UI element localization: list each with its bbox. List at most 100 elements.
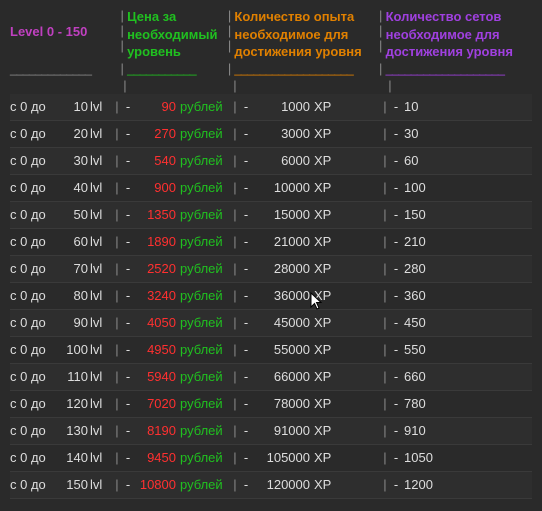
xp-label: XP: [310, 315, 340, 330]
table-row: с 0 до10lvl|-90рублей|-1000XP|-10: [10, 94, 532, 121]
level-value: 110: [54, 369, 90, 384]
sets-value: 660: [402, 369, 444, 384]
price-value: 90: [134, 99, 176, 114]
header-sep: |||: [117, 8, 127, 53]
xp-label: XP: [310, 288, 340, 303]
xp-value: 78000: [252, 396, 310, 411]
lvl-label: lvl: [90, 477, 112, 492]
sets-value: 150: [402, 207, 444, 222]
table-row: с 0 до120lvl|-7020рублей|-78000XP|-780: [10, 391, 532, 418]
xp-label: XP: [310, 261, 340, 276]
level-value: 140: [54, 450, 90, 465]
table-row: с 0 до50lvl|-1350рублей|-15000XP|-150: [10, 202, 532, 229]
sets-value: 780: [402, 396, 444, 411]
level-value: 120: [54, 396, 90, 411]
price-value: 1890: [134, 234, 176, 249]
from-label: с 0 до: [10, 153, 54, 168]
table-row: с 0 до80lvl|-3240рублей|-36000XP|-360: [10, 283, 532, 310]
sets-value: 60: [402, 153, 444, 168]
price-value: 9450: [134, 450, 176, 465]
level-value: 80: [54, 288, 90, 303]
xp-value: 105000: [252, 450, 310, 465]
xp-value: 10000: [252, 180, 310, 195]
table-row: с 0 до150lvl|-10800рублей|-120000XP|-120…: [10, 472, 532, 499]
rub-label: рублей: [176, 288, 230, 303]
lvl-label: lvl: [90, 207, 112, 222]
xp-label: XP: [310, 423, 340, 438]
table-row: с 0 до110lvl|-5940рублей|-66000XP|-660: [10, 364, 532, 391]
header-sep: |||: [376, 8, 386, 53]
rub-label: рублей: [176, 450, 230, 465]
table-row: с 0 до130lvl|-8190рублей|-91000XP|-910: [10, 418, 532, 445]
from-label: с 0 до: [10, 342, 54, 357]
rub-label: рублей: [176, 99, 230, 114]
xp-label: XP: [310, 342, 340, 357]
sets-value: 550: [402, 342, 444, 357]
lvl-label: lvl: [90, 180, 112, 195]
from-label: с 0 до: [10, 396, 54, 411]
from-label: с 0 до: [10, 234, 54, 249]
rub-label: рублей: [176, 207, 230, 222]
xp-value: 55000: [252, 342, 310, 357]
table-row: с 0 до70lvl|-2520рублей|-28000XP|-280: [10, 256, 532, 283]
level-value: 60: [54, 234, 90, 249]
price-value: 4050: [134, 315, 176, 330]
blank-separator-row: | | |: [10, 78, 532, 94]
xp-value: 45000: [252, 315, 310, 330]
table-row: с 0 до60lvl|-1890рублей|-21000XP|-210: [10, 229, 532, 256]
from-label: с 0 до: [10, 99, 54, 114]
from-label: с 0 до: [10, 315, 54, 330]
price-value: 1350: [134, 207, 176, 222]
xp-label: XP: [310, 234, 340, 249]
lvl-label: lvl: [90, 126, 112, 141]
level-value: 150: [54, 477, 90, 492]
level-value: 30: [54, 153, 90, 168]
lvl-label: lvl: [90, 234, 112, 249]
lvl-label: lvl: [90, 288, 112, 303]
from-label: с 0 до: [10, 180, 54, 195]
lvl-label: lvl: [90, 315, 112, 330]
xp-value: 91000: [252, 423, 310, 438]
sets-value: 30: [402, 126, 444, 141]
price-value: 10800: [134, 477, 176, 492]
sets-value: 210: [402, 234, 444, 249]
xp-label: XP: [310, 180, 340, 195]
from-label: с 0 до: [10, 261, 54, 276]
price-value: 900: [134, 180, 176, 195]
level-value: 50: [54, 207, 90, 222]
rub-label: рублей: [176, 234, 230, 249]
lvl-label: lvl: [90, 261, 112, 276]
lvl-label: lvl: [90, 450, 112, 465]
rub-label: рублей: [176, 477, 230, 492]
xp-label: XP: [310, 207, 340, 222]
rub-label: рублей: [176, 261, 230, 276]
xp-value: 1000: [252, 99, 310, 114]
xp-value: 6000: [252, 153, 310, 168]
level-value: 90: [54, 315, 90, 330]
rub-label: рублей: [176, 315, 230, 330]
lvl-label: lvl: [90, 423, 112, 438]
price-value: 4950: [134, 342, 176, 357]
level-value: 20: [54, 126, 90, 141]
header-underline: _____________| ___________| ____________…: [10, 61, 532, 78]
price-value: 8190: [134, 423, 176, 438]
xp-label: XP: [310, 126, 340, 141]
xp-value: 15000: [252, 207, 310, 222]
table-row: с 0 до20lvl|-270рублей|-3000XP|-30: [10, 121, 532, 148]
sets-value: 280: [402, 261, 444, 276]
sets-value: 100: [402, 180, 444, 195]
from-label: с 0 до: [10, 477, 54, 492]
xp-value: 66000: [252, 369, 310, 384]
from-label: с 0 до: [10, 369, 54, 384]
from-label: с 0 до: [10, 450, 54, 465]
rub-label: рублей: [176, 153, 230, 168]
rub-label: рублей: [176, 126, 230, 141]
xp-value: 21000: [252, 234, 310, 249]
table-header: Level 0 - 150 ||| Цена за необходимый ур…: [10, 8, 532, 65]
sets-value: 450: [402, 315, 444, 330]
table-row: с 0 до140lvl|-9450рублей|-105000XP|-1050: [10, 445, 532, 472]
rub-label: рублей: [176, 423, 230, 438]
from-label: с 0 до: [10, 423, 54, 438]
level-value: 130: [54, 423, 90, 438]
lvl-label: lvl: [90, 342, 112, 357]
